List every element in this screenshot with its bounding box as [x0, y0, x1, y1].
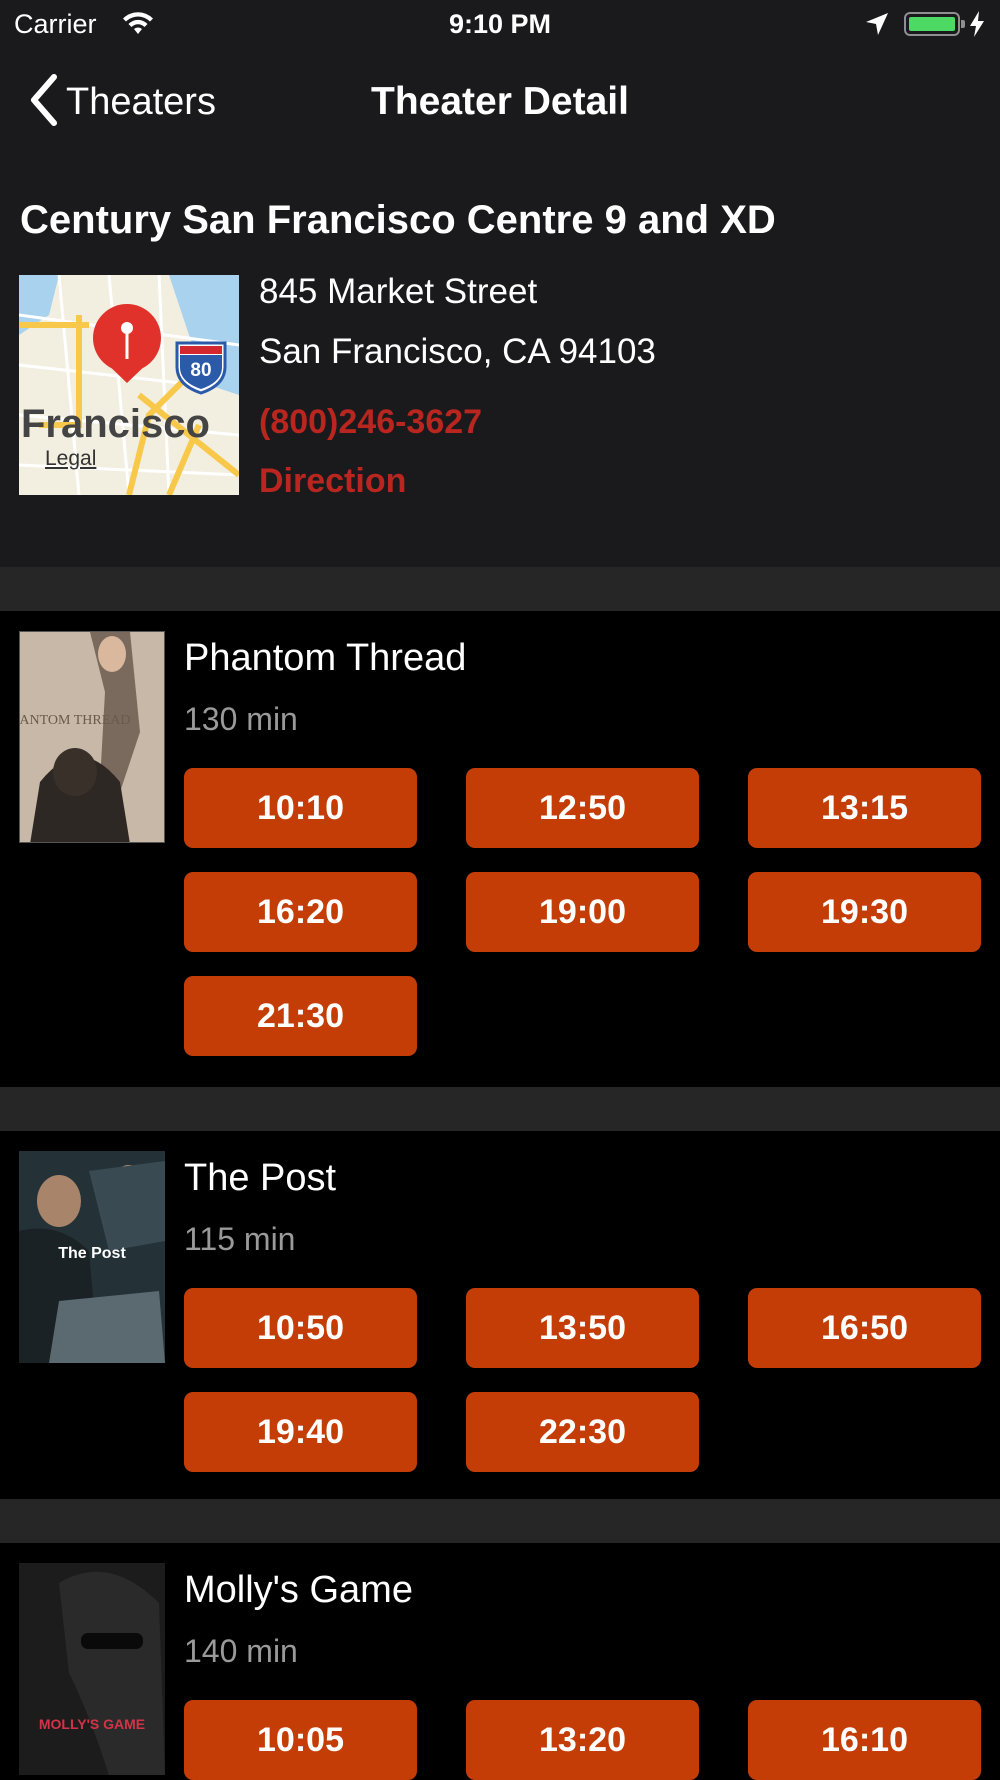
battery-icon — [904, 12, 965, 36]
movie-title: Molly's Game — [184, 1569, 413, 1611]
showtime-button[interactable]: 19:00 — [466, 872, 699, 952]
phone-link[interactable]: (800)246-3627 — [259, 403, 482, 442]
showtime-button[interactable]: 10:05 — [184, 1700, 417, 1780]
movie-duration: 130 min — [184, 701, 298, 737]
showtime-button[interactable]: 19:30 — [748, 872, 981, 952]
poster-title: The Post — [58, 1245, 126, 1262]
movie-poster[interactable]: MOLLY'S GAME — [19, 1563, 165, 1775]
showtime-button[interactable]: 21:30 — [184, 976, 417, 1056]
showtime-button[interactable]: 22:30 — [466, 1392, 699, 1472]
movie-title: Phantom Thread — [184, 637, 467, 679]
clock: 9:10 PM — [448, 9, 552, 39]
showtime-button[interactable]: 10:50 — [184, 1288, 417, 1368]
theater-map[interactable]: Francisco 80 Legal — [19, 275, 239, 495]
movie-duration: 140 min — [184, 1633, 298, 1669]
poster-title: MOLLY'S GAME — [39, 1716, 145, 1732]
showtime-button[interactable]: 13:50 — [466, 1288, 699, 1368]
location-arrow-icon — [864, 11, 890, 42]
movie-section-phantom-thread: PHANTOM THREAD Phantom Thread 130 min 10… — [0, 611, 1000, 1087]
map-legal-link[interactable]: Legal — [45, 447, 96, 471]
showtime-button[interactable]: 13:20 — [466, 1700, 699, 1780]
movie-duration: 115 min — [184, 1221, 296, 1257]
status-bar: Carrier 9:10 PM — [0, 0, 1000, 50]
theater-info: Century San Francisco Centre 9 and XD Fr… — [0, 154, 1000, 567]
direction-link[interactable]: Direction — [259, 462, 406, 501]
showtime-button[interactable]: 16:10 — [748, 1700, 981, 1780]
movie-section-the-post: The Post The Post 115 min 10:50 13:50 16… — [0, 1131, 1000, 1499]
address-line-1: 845 Market Street — [259, 272, 538, 311]
showtime-button[interactable]: 19:40 — [184, 1392, 417, 1472]
page-title: Theater Detail — [371, 80, 629, 123]
map-place-label: Francisco — [21, 402, 210, 446]
section-divider — [0, 1499, 1000, 1543]
showtime-button[interactable]: 10:10 — [184, 768, 417, 848]
highway-number: 80 — [190, 360, 211, 381]
showtime-button[interactable]: 16:50 — [748, 1288, 981, 1368]
movie-poster[interactable]: PHANTOM THREAD — [19, 631, 165, 843]
showtime-button[interactable]: 13:15 — [748, 768, 981, 848]
movie-title: The Post — [184, 1157, 337, 1199]
navigation-bar: Theaters Theater Detail — [0, 50, 1000, 154]
movie-section-mollys-game: MOLLY'S GAME Molly's Game 140 min 10:05 … — [0, 1543, 1000, 1780]
address-line-2: San Francisco, CA 94103 — [259, 332, 656, 371]
theater-name: Century San Francisco Centre 9 and XD — [20, 198, 776, 242]
movie-poster[interactable]: The Post — [19, 1151, 165, 1363]
poster-title: PHANTOM THREAD — [20, 713, 131, 728]
showtime-button[interactable]: 16:20 — [184, 872, 417, 952]
section-divider — [0, 567, 1000, 611]
section-divider — [0, 1087, 1000, 1131]
showtime-button[interactable]: 12:50 — [466, 768, 699, 848]
battery-level — [909, 17, 955, 31]
charging-bolt-icon — [968, 10, 986, 43]
highway-shield-icon: 80 — [175, 341, 227, 395]
